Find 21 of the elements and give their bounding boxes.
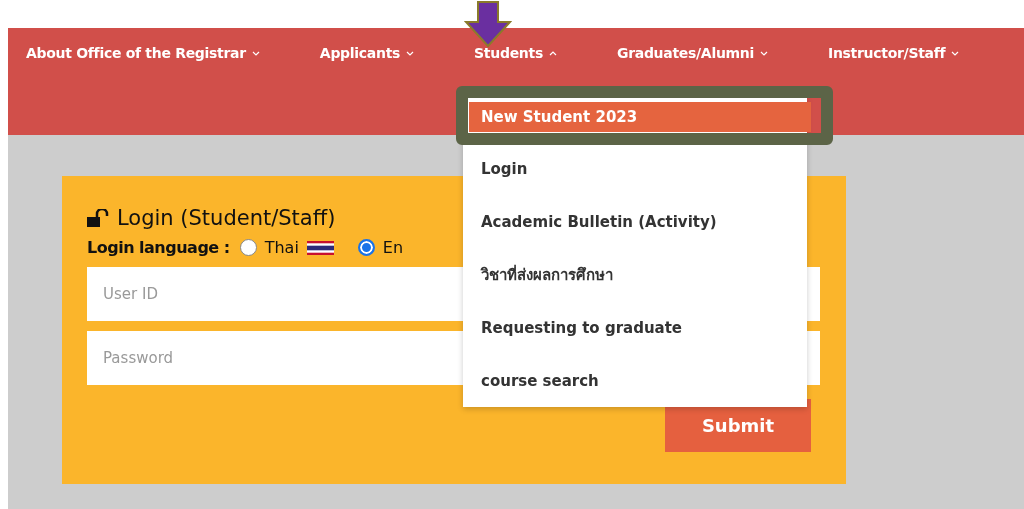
radio-button[interactable]	[239, 239, 257, 256]
chevron-icon	[548, 50, 557, 56]
chevron-icon	[251, 50, 260, 56]
nav-menu-item[interactable]: About Office of the Registrar	[26, 45, 260, 61]
dropdown-menu-item[interactable]: Academic Bulletin (Activity)	[463, 195, 807, 248]
down-arrow-icon	[464, 0, 512, 48]
nav-menu-item[interactable]: Instructor/Staff	[828, 45, 960, 61]
language-option-label: Thai	[264, 238, 299, 257]
dropdown-menu-item[interactable]: New Student 2023	[469, 102, 811, 132]
chevron-icon	[951, 50, 960, 56]
unlocked-padlock-icon	[87, 209, 109, 227]
nav-menu-item[interactable]: Graduates/Alumni	[616, 45, 768, 61]
radio-button[interactable]	[357, 239, 375, 256]
language-option-label: En	[382, 238, 404, 257]
nav-menu-item[interactable]: Applicants	[319, 45, 415, 61]
dropdown-menu-item[interactable]: Login	[463, 142, 807, 195]
nav-menu-item[interactable]: Students	[474, 45, 557, 61]
login-language-label: Login language :	[87, 238, 230, 257]
login-title: Login (Student/Staff)	[117, 206, 336, 230]
chevron-icon	[406, 50, 415, 56]
chevron-icon	[760, 50, 768, 56]
